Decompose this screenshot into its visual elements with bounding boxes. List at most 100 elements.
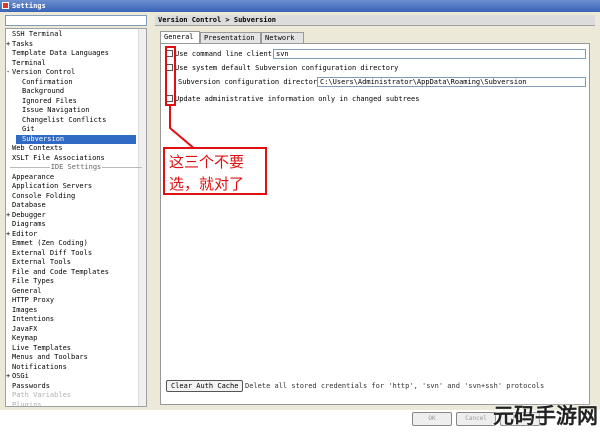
use-command-line-client-label: Use command line client:	[175, 50, 277, 58]
tree-item-general[interactable]: General	[6, 287, 136, 296]
tree-item-label: Subversion	[22, 134, 65, 143]
tree-item-label: Web Contexts	[12, 144, 63, 152]
tree-item-label: External Diff Tools	[12, 248, 93, 257]
tree-item-label: Tasks	[12, 39, 34, 48]
clear-auth-cache-button[interactable]: Clear Auth Cache	[166, 380, 244, 392]
tree-item-ssh-terminal[interactable]: SSH Terminal	[6, 30, 136, 39]
tree-item-label: Issue Navigation	[22, 106, 90, 114]
command-line-client-field[interactable]: svn	[273, 49, 586, 59]
use-system-default-dir-label: Use system default Subversion configurat…	[175, 64, 399, 72]
tree-item-editor[interactable]: + Editor	[6, 230, 136, 239]
use-command-line-client-row[interactable]: Use command line client:	[166, 49, 276, 59]
tree-item-label: File Types	[12, 277, 55, 285]
tree-item-appearance[interactable]: Appearance	[6, 173, 136, 182]
tree-item-path-variables[interactable]: Path Variables	[6, 391, 136, 400]
tree-item-changelist-conflicts[interactable]: Changelist Conflicts	[16, 116, 136, 125]
tree-item-notifications[interactable]: Notifications	[6, 363, 136, 372]
tree-item-issue-navigation[interactable]: Issue Navigation	[16, 106, 136, 115]
tree-item-label: Menus and Toolbars	[12, 353, 88, 361]
tree-item-tasks[interactable]: + Tasks	[6, 40, 136, 49]
tree-item-confirmation[interactable]: Confirmation	[16, 78, 136, 87]
tree-item-label: Passwords	[12, 381, 50, 390]
tree-item-label: XSLT File Associations	[12, 153, 105, 162]
tree-item-label: Changelist Conflicts	[22, 115, 107, 124]
checkbox-highlight-box	[165, 46, 176, 106]
tree-item-label: Ignored Files	[22, 96, 77, 105]
tree-item-label: Version Control	[12, 68, 76, 76]
tree-item-intentions[interactable]: Intentions	[6, 315, 136, 324]
settings-tree: SSH Terminal + Tasks Template Data Language…	[5, 28, 147, 407]
tree-item-label: Path Variables	[12, 391, 72, 399]
clear-auth-cache-description: Delete all stored credentials for 'http'…	[245, 382, 545, 390]
config-dir-field[interactable]: C:\Users\Administrator\AppData\Roaming\S…	[317, 77, 586, 87]
window-title: Settings	[12, 2, 46, 10]
tree-item-subversion[interactable]: Subversion	[16, 134, 136, 144]
tree-item-label: Emmet (Zen Coding)	[12, 239, 88, 247]
tree-item-template-data-languages[interactable]: Template Data Languages	[6, 49, 136, 58]
settings-sidebar: SSH Terminal + Tasks Template Data Language…	[5, 15, 150, 407]
tree-item-application-servers[interactable]: Application Servers	[6, 182, 136, 191]
tree-item-label: Background	[22, 87, 65, 95]
update-admin-info-label: Update administrative information only i…	[175, 95, 420, 103]
update-admin-info-row[interactable]: Update administrative information only i…	[166, 94, 419, 104]
tree-item-web-contexts[interactable]: Web Contexts	[6, 144, 136, 153]
tree-item-label: Live Templates	[12, 343, 72, 352]
tree-item-console-folding[interactable]: Console Folding	[6, 192, 136, 201]
page-title: Version Control > Subversion	[155, 15, 595, 26]
settings-search-input[interactable]	[5, 15, 147, 26]
tree-item-label: Notifications	[12, 362, 67, 371]
tree-item-external-tools[interactable]: External Tools	[6, 258, 136, 267]
tree-item-git[interactable]: Git	[16, 125, 136, 134]
tree-item-label: Application Servers	[12, 182, 93, 190]
tree-item-label: HTTP Proxy	[12, 296, 55, 304]
tree-item-label: Git	[22, 125, 35, 133]
use-system-default-dir-row[interactable]: Use system default Subversion configurat…	[166, 63, 398, 73]
tree-item-osgi[interactable]: + OSGi	[6, 372, 136, 381]
tree-item-label: Debugger	[12, 210, 46, 219]
annotation-line-2: 选，就对了	[169, 175, 245, 193]
tab-network[interactable]: Network	[261, 32, 304, 43]
ok-button[interactable]: OK	[412, 412, 452, 426]
tree-item-keymap[interactable]: Keymap	[6, 334, 136, 343]
annotation-callout: 这三个不要 选，就对了	[163, 147, 267, 195]
tree-item-label: Terminal	[12, 58, 46, 67]
tree-item-live-templates[interactable]: Live Templates	[6, 344, 136, 353]
tree-item-label: OSGi	[12, 372, 29, 380]
tree-item-label: General	[12, 286, 42, 295]
tree-item-menus-and-toolbars[interactable]: Menus and Toolbars	[6, 353, 136, 362]
tree-item-label: Plugins	[12, 400, 42, 407]
tree-scrollbar[interactable]	[138, 29, 146, 406]
tree-item-label: SSH Terminal	[12, 30, 63, 38]
tree-item-external-diff-tools[interactable]: External Diff Tools	[6, 249, 136, 258]
tree-item-file-and-code-templates[interactable]: File and Code Templates	[6, 268, 136, 277]
watermark-logo: 元码手游网	[493, 404, 598, 428]
tab-presentation[interactable]: Presentation	[200, 32, 261, 43]
tree-item-http-proxy[interactable]: HTTP Proxy	[6, 296, 136, 305]
tree-item-label: Confirmation	[22, 77, 73, 86]
tree-item-label: Template Data Languages	[12, 49, 109, 57]
tree-item-xslt-file-associations[interactable]: XSLT File Associations	[6, 154, 136, 163]
tree-item-images[interactable]: Images	[6, 306, 136, 315]
tree-item-label: Appearance	[12, 172, 55, 181]
tree-item-terminal[interactable]: Terminal	[6, 59, 136, 68]
config-dir-label: Subversion configuration directory:	[178, 78, 326, 86]
tree-item-database[interactable]: Database	[6, 201, 136, 210]
tree-item-label: JavaFX	[12, 324, 38, 333]
annotation-line-1: 这三个不要	[169, 153, 245, 171]
app-icon	[2, 2, 9, 9]
tree-item-emmet-zen-coding[interactable]: Emmet (Zen Coding)	[6, 239, 136, 248]
tree-item-label: File and Code Templates	[12, 267, 109, 276]
tree-item-ignored-files[interactable]: Ignored Files	[16, 97, 136, 106]
tree-item-diagrams[interactable]: Diagrams	[6, 220, 136, 229]
title-bar: Settings	[0, 0, 600, 12]
cancel-button[interactable]: Cancel	[456, 412, 496, 426]
tree-item-background[interactable]: Background	[16, 87, 136, 96]
tree-item-file-types[interactable]: File Types	[6, 277, 136, 286]
tree-item-javafx[interactable]: JavaFX	[6, 325, 136, 334]
tree-item-plugins[interactable]: Plugins	[6, 400, 136, 407]
tab-general[interactable]: General	[160, 31, 200, 43]
tree-item-debugger[interactable]: + Debugger	[6, 211, 136, 220]
tree-item-passwords[interactable]: Passwords	[6, 382, 136, 391]
tree-item-version-control[interactable]: - Version Control	[6, 68, 136, 77]
general-panel: Use command line client: svn Use system …	[160, 43, 590, 405]
